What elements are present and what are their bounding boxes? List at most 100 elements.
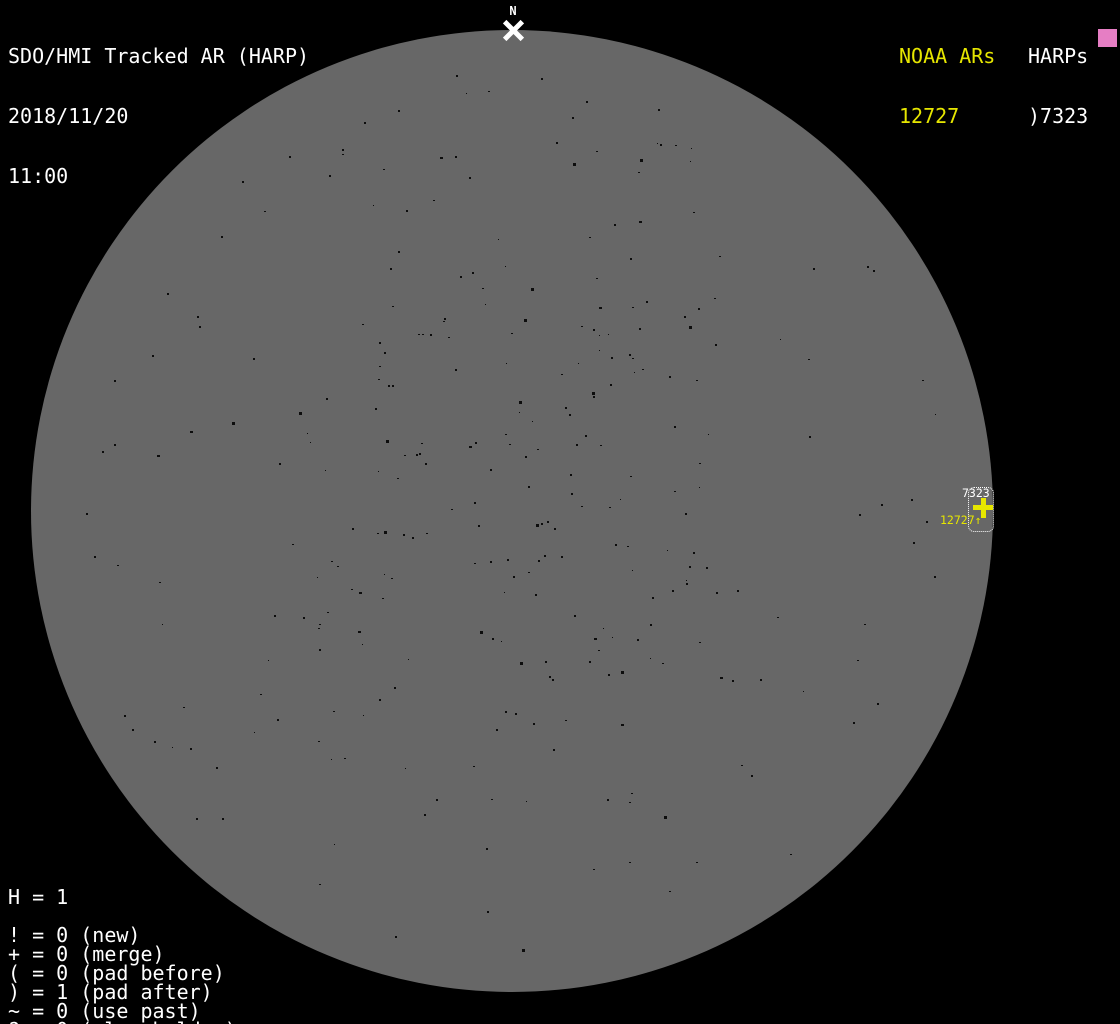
magnetic-speckle — [621, 671, 624, 674]
magnetic-speckle — [594, 638, 597, 640]
magnetic-speckle — [544, 555, 546, 557]
magnetic-speckle — [537, 449, 539, 450]
magnetic-speckle — [556, 142, 558, 144]
magnetic-speckle — [190, 431, 193, 433]
magnetic-speckle — [571, 493, 573, 495]
magnetic-speckle — [384, 352, 386, 354]
time-label: 11:00 — [8, 166, 309, 186]
magnetic-speckle — [310, 442, 311, 443]
magnetic-speckle — [690, 161, 691, 162]
magnetic-speckle — [375, 408, 377, 410]
harp-color-swatch — [1098, 29, 1117, 47]
magnetic-speckle — [592, 392, 595, 395]
magnetic-speckle — [545, 661, 547, 663]
magnetic-speckle — [486, 848, 488, 850]
magnetic-speckle — [572, 117, 574, 119]
magnetic-speckle — [221, 236, 223, 238]
magnetic-speckle — [599, 335, 600, 336]
magnetic-speckle — [394, 687, 396, 689]
magnetic-speckle — [478, 525, 480, 527]
magnetic-speckle — [519, 412, 520, 413]
magnetic-speckle — [867, 266, 869, 268]
magnetic-speckle — [124, 715, 126, 717]
magnetic-speckle — [485, 304, 486, 305]
magnetic-speckle — [333, 711, 335, 712]
magnetic-speckle — [525, 456, 527, 458]
magnetic-speckle — [650, 624, 652, 626]
magnetic-speckle — [504, 592, 505, 593]
magnetic-speckle — [159, 582, 161, 583]
magnetic-speckle — [342, 154, 344, 155]
magnetic-speckle — [629, 354, 631, 356]
magnetic-speckle — [114, 444, 116, 446]
magnetic-speckle — [506, 363, 507, 364]
magnetic-speckle — [533, 723, 535, 725]
magnetic-speckle — [378, 379, 380, 380]
magnetic-speckle — [696, 380, 698, 381]
magnetic-speckle — [629, 862, 631, 863]
magnetic-speckle — [404, 455, 406, 456]
magnetic-speckle — [554, 528, 556, 530]
magnetic-speckle — [172, 747, 173, 748]
magnetic-speckle — [268, 660, 269, 661]
magnetic-speckle — [686, 583, 688, 585]
magnetic-speckle — [398, 251, 400, 253]
magnetic-speckle — [699, 487, 700, 488]
magnetic-speckle — [199, 326, 201, 328]
magnetic-speckle — [482, 288, 484, 289]
magnetic-speckle — [344, 758, 346, 759]
magnetic-speckle — [790, 854, 792, 855]
magnetic-speckle — [318, 628, 320, 629]
magnetic-speckle — [451, 509, 453, 510]
magnetic-speckle — [873, 270, 875, 272]
magnetic-speckle — [586, 101, 588, 103]
magnetic-speckle — [541, 523, 543, 525]
magnetic-speckle — [94, 556, 96, 558]
magnetic-speckle — [549, 676, 551, 678]
magnetic-speckle — [352, 528, 354, 530]
magnetic-speckle — [392, 385, 394, 387]
magnetic-speckle — [638, 172, 640, 173]
noaa-ars-column: NOAA ARs 12727 — [899, 6, 995, 166]
magnetic-speckle — [569, 414, 571, 416]
magnetic-speckle — [672, 590, 674, 592]
magnetic-speckle — [630, 476, 632, 477]
legend-line: H = 1 — [8, 888, 237, 907]
magnetic-speckle — [578, 363, 579, 364]
magnetic-speckle — [662, 663, 664, 664]
magnetic-speckle — [639, 221, 642, 223]
noaa-ar-number-label: 12727↑ — [940, 514, 982, 526]
magnetic-speckle — [474, 502, 476, 504]
magnetic-speckle — [859, 514, 861, 516]
magnetic-speckle — [674, 426, 676, 428]
magnetic-speckle — [877, 703, 879, 705]
magnetic-speckle — [384, 574, 385, 575]
magnetic-speckle — [698, 308, 700, 310]
magnetic-speckle — [397, 478, 399, 479]
magnetic-speckle — [611, 357, 613, 359]
magnetic-speckle — [392, 306, 394, 307]
magnetic-speckle — [292, 544, 294, 545]
magnetic-speckle — [522, 949, 525, 952]
magnetic-speckle — [196, 818, 198, 820]
magnetic-speckle — [741, 765, 743, 766]
magnetic-speckle — [154, 741, 156, 743]
magnetic-speckle — [405, 768, 406, 769]
magnetic-speckle — [455, 156, 457, 158]
magnetic-speckle — [689, 566, 691, 568]
magnetic-speckle — [466, 93, 467, 94]
magnetic-speckle — [418, 334, 420, 335]
magnetic-speckle — [561, 374, 563, 375]
magnetic-speckle — [421, 443, 423, 444]
magnetic-speckle — [857, 660, 859, 661]
date-label: 2018/11/20 — [8, 106, 309, 126]
magnetic-speckle — [693, 212, 695, 213]
magnetic-speckle — [469, 177, 471, 179]
magnetic-speckle — [342, 149, 344, 151]
magnetic-speckle — [599, 307, 602, 309]
magnetic-speckle — [706, 567, 708, 569]
magnetic-speckle — [720, 677, 723, 679]
magnetic-speckle — [334, 844, 335, 845]
magnetic-speckle — [599, 350, 600, 351]
magnetic-speckle — [331, 759, 332, 760]
